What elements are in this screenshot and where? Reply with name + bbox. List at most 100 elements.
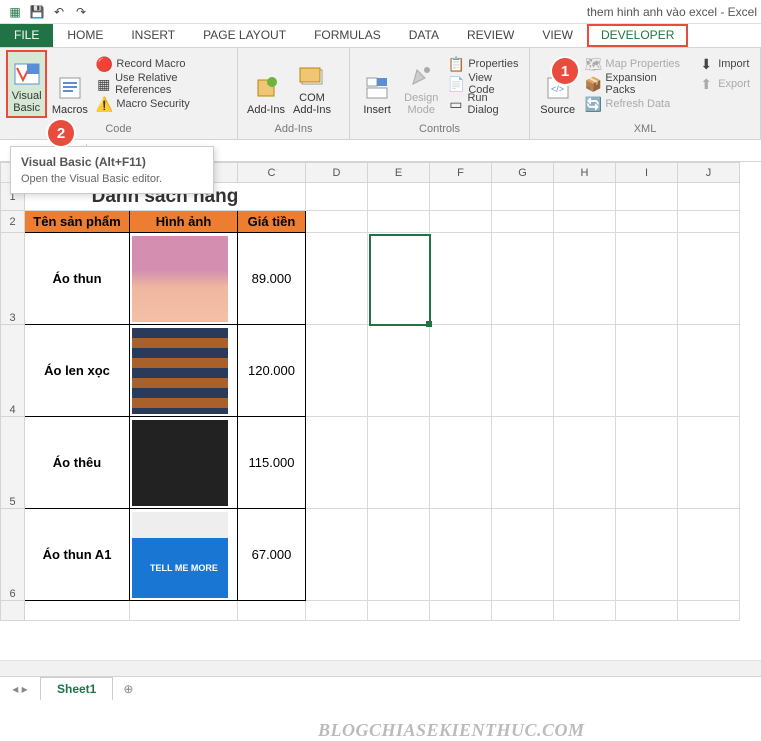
col-f[interactable]: F: [430, 163, 492, 183]
undo-icon[interactable]: ↶: [50, 3, 68, 21]
com-addins-label: COM Add-Ins: [292, 92, 332, 116]
addins-icon: [250, 72, 282, 104]
tab-insert[interactable]: INSERT: [117, 24, 189, 47]
col-h[interactable]: H: [554, 163, 616, 183]
product-image[interactable]: [130, 325, 238, 417]
tab-data[interactable]: DATA: [395, 24, 453, 47]
run-dialog-button[interactable]: ▭ Run Dialog: [444, 94, 523, 114]
row-7[interactable]: [1, 601, 25, 621]
map-properties-label: Map Properties: [605, 58, 680, 70]
use-relative-button[interactable]: ▦ Use Relative References: [92, 74, 231, 94]
record-macro-icon: 🔴: [96, 56, 112, 72]
tab-page-layout[interactable]: PAGE LAYOUT: [189, 24, 300, 47]
import-icon: ⬇: [698, 56, 714, 72]
tab-review[interactable]: REVIEW: [453, 24, 528, 47]
refresh-data-label: Refresh Data: [605, 98, 670, 110]
svg-text:</>: </>: [551, 84, 564, 94]
source-label: Source: [540, 104, 575, 116]
spreadsheet-grid[interactable]: A B C D E F G H I J 1 Danh sách hàng 2 T…: [0, 162, 761, 621]
visual-basic-label: Visual Basic: [10, 90, 43, 114]
macro-security-button[interactable]: ⚠️ Macro Security: [92, 94, 231, 114]
insert-control-label: Insert: [363, 104, 391, 116]
col-c[interactable]: C: [238, 163, 306, 183]
controls-group-label: Controls: [356, 121, 523, 137]
insert-control-button[interactable]: Insert: [356, 50, 398, 118]
tab-view[interactable]: VIEW: [528, 24, 587, 47]
com-addins-button[interactable]: COM Add-Ins: [290, 50, 334, 118]
sheet-tab-active[interactable]: Sheet1: [40, 677, 113, 700]
macro-security-label: Macro Security: [116, 98, 189, 110]
row-3[interactable]: 3: [1, 233, 25, 325]
product-price[interactable]: 115.000: [238, 417, 306, 509]
macros-button[interactable]: Macros: [49, 50, 90, 118]
add-sheet-button[interactable]: ⊕: [113, 678, 143, 700]
header-price[interactable]: Giá tiền: [238, 211, 306, 233]
expansion-packs-button[interactable]: 📦 Expansion Packs: [581, 74, 692, 94]
properties-button[interactable]: 📋 Properties: [444, 54, 523, 74]
tooltip-title: Visual Basic (Alt+F11): [21, 155, 203, 169]
tab-file[interactable]: FILE: [0, 24, 53, 47]
product-price[interactable]: 67.000: [238, 509, 306, 601]
product-name[interactable]: Áo thêu: [25, 417, 130, 509]
product-name[interactable]: Áo thun A1: [25, 509, 130, 601]
properties-label: Properties: [468, 58, 518, 70]
product-price[interactable]: 89.000: [238, 233, 306, 325]
product-image[interactable]: [130, 417, 238, 509]
tab-formulas[interactable]: FORMULAS: [300, 24, 395, 47]
ribbon-group-code: Visual Basic Macros 🔴 Record Macro ▦ Use…: [0, 48, 238, 139]
ribbon: Visual Basic Macros 🔴 Record Macro ▦ Use…: [0, 48, 761, 140]
col-j[interactable]: J: [678, 163, 740, 183]
xml-group-label: XML: [536, 121, 754, 137]
header-image[interactable]: Hình ảnh: [130, 211, 238, 233]
excel-logo-icon: ▦: [6, 3, 24, 21]
product-image-1: [132, 236, 228, 322]
col-g[interactable]: G: [492, 163, 554, 183]
tooltip-desc: Open the Visual Basic editor.: [21, 173, 203, 185]
title-bar: ▦ 💾 ↶ ↷ them hinh anh vào excel - Excel: [0, 0, 761, 24]
col-e[interactable]: E: [368, 163, 430, 183]
map-properties-button[interactable]: 🗺 Map Properties: [581, 54, 692, 74]
product-price[interactable]: 120.000: [238, 325, 306, 417]
import-button[interactable]: ⬇ Import: [694, 54, 754, 74]
callout-badge-1: 1: [552, 58, 578, 84]
map-properties-icon: 🗺: [585, 56, 601, 72]
row-4[interactable]: 4: [1, 325, 25, 417]
macros-label: Macros: [52, 104, 88, 116]
product-name[interactable]: Áo len xọc: [25, 325, 130, 417]
tab-developer[interactable]: DEVELOPER: [587, 24, 688, 47]
product-name[interactable]: Áo thun: [25, 233, 130, 325]
row-6[interactable]: 6: [1, 509, 25, 601]
expansion-packs-icon: 📦: [585, 76, 601, 92]
product-image-4: [132, 512, 228, 598]
design-mode-button[interactable]: Design Mode: [400, 50, 442, 118]
addins-button[interactable]: Add-Ins: [244, 50, 288, 118]
tab-home[interactable]: HOME: [53, 24, 117, 47]
visual-basic-button[interactable]: Visual Basic: [6, 50, 47, 118]
row-5[interactable]: 5: [1, 417, 25, 509]
visual-basic-icon: [11, 58, 43, 90]
sheet-tabs-bar: ◂ ▸ Sheet1 ⊕: [0, 676, 761, 700]
window-title: them hinh anh vào excel - Excel: [96, 5, 761, 19]
macro-security-icon: ⚠️: [96, 96, 112, 112]
watermark: BLOGCHIASEKIENTHUC.COM: [318, 720, 585, 741]
horizontal-scrollbar[interactable]: [0, 660, 761, 676]
save-icon[interactable]: 💾: [28, 3, 46, 21]
design-mode-icon: [405, 60, 437, 92]
sheet-nav[interactable]: ◂ ▸: [0, 682, 40, 696]
design-mode-label: Design Mode: [402, 92, 440, 116]
refresh-data-button[interactable]: 🔄 Refresh Data: [581, 94, 692, 114]
col-d[interactable]: D: [306, 163, 368, 183]
view-code-button[interactable]: 📄 View Code: [444, 74, 523, 94]
row-2[interactable]: 2: [1, 211, 25, 233]
product-image[interactable]: [130, 509, 238, 601]
redo-icon[interactable]: ↷: [72, 3, 90, 21]
product-image[interactable]: [130, 233, 238, 325]
macros-icon: [54, 72, 86, 104]
record-macro-button[interactable]: 🔴 Record Macro: [92, 54, 231, 74]
refresh-data-icon: 🔄: [585, 96, 601, 112]
product-image-2: [132, 328, 228, 414]
header-name[interactable]: Tên sản phẩm: [25, 211, 130, 233]
quick-access-toolbar: ▦ 💾 ↶ ↷: [0, 3, 96, 21]
col-i[interactable]: I: [616, 163, 678, 183]
export-button[interactable]: ⬆ Export: [694, 74, 754, 94]
